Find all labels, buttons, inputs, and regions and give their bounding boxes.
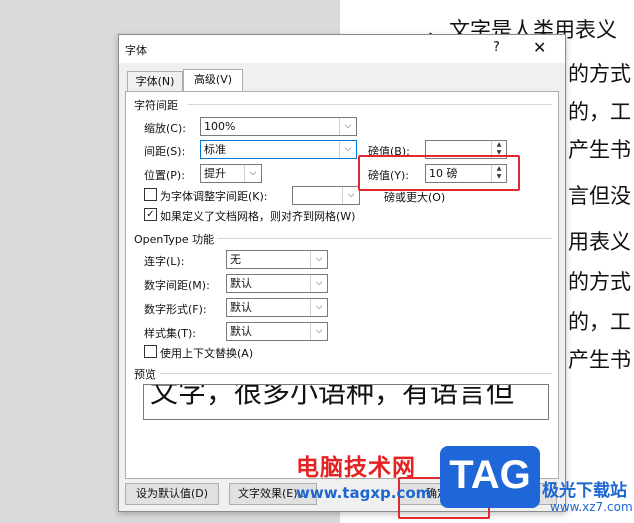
grid-checkbox[interactable]: ✓ [144,208,157,221]
tag-logo: TAG [440,446,540,508]
scale-combo[interactable]: 100% ⌵ [200,117,357,136]
stylistic-combo[interactable]: 默认 ⌵ [226,322,328,341]
chevron-down-icon[interactable]: ⌵ [339,118,356,135]
ligatures-value: 无 [230,253,241,266]
doc-line: 的，工 [568,100,631,124]
stylistic-label: 样式集(T): [144,327,197,340]
kerning-combo[interactable]: ⌵ [292,186,360,205]
chevron-down-icon[interactable]: ⌵ [310,299,327,316]
num-forms-label: 数字形式(F): [144,303,207,316]
stylistic-value: 默认 [230,325,252,338]
doc-line: 的，工 [568,310,631,334]
watermark-site-url: www.xz7.com [550,500,633,514]
position-value: 提升 [204,167,226,180]
doc-line: 的方式 [568,270,631,294]
watermark-site: 极光下载站 [542,481,627,501]
doc-line: 产生书 [568,138,631,162]
preview-sample: 文字，很多小语种，有语言但 [150,384,515,409]
chevron-down-icon[interactable]: ⌵ [342,187,359,204]
num-forms-value: 默认 [230,301,252,314]
doc-line: 言但没 [568,184,631,208]
scale-value: 100% [204,120,236,133]
section-char-spacing: 字符间距 [134,99,178,112]
spacing-combo[interactable]: 标准 ⌵ [200,140,357,159]
doc-line: 用表义 [568,230,631,254]
dialog-titlebar[interactable]: 字体 ? ✕ [119,35,565,63]
chevron-down-icon[interactable]: ⌵ [310,275,327,292]
tag-logo-text: TAG [449,453,531,497]
kerning-checkbox[interactable] [144,188,157,201]
chevron-down-icon[interactable]: ⌵ [310,251,327,268]
ligatures-label: 连字(L): [144,255,185,268]
watermark-url: www.tagxp.com [296,484,432,502]
spacing-value: 标准 [204,143,226,156]
kerning-suffix: 磅或更大(O) [384,191,446,204]
tab-advanced[interactable]: 高级(V) [183,69,243,92]
ligatures-combo[interactable]: 无 ⌵ [226,250,328,269]
kerning-label: 为字体调整字间距(K): [160,190,268,203]
chevron-down-icon[interactable]: ⌵ [310,323,327,340]
scale-label: 缩放(C): [144,122,186,135]
spacing-label: 间距(S): [144,145,186,158]
font-dialog: 字体 ? ✕ 字体(N) 高级(V) 字符间距 缩放(C): 100% ⌵ 间距… [118,34,566,512]
doc-line: 产生书 [568,348,631,372]
doc-line: 的方式 [568,62,631,86]
num-spacing-label: 数字间距(M): [144,279,210,292]
position-combo[interactable]: 提升 ⌵ [200,164,262,183]
num-spacing-combo[interactable]: 默认 ⌵ [226,274,328,293]
set-default-button[interactable]: 设为默认值(D) [125,483,219,505]
help-button[interactable]: ? [493,40,500,55]
chevron-down-icon[interactable]: ⌵ [339,141,356,158]
num-spacing-value: 默认 [230,277,252,290]
position-label: 位置(P): [144,169,185,182]
grid-label: 如果定义了文档网格，则对齐到网格(W) [160,210,356,223]
divider [160,373,552,374]
spin-up-icon[interactable]: ▲ [492,141,506,149]
preview-box: 文字，很多小语种，有语言但 [143,384,549,420]
tab-font[interactable]: 字体(N) [127,71,183,92]
contextual-checkbox[interactable] [144,345,157,358]
chevron-down-icon[interactable]: ⌵ [244,165,261,182]
highlight-position-points [358,155,520,191]
section-opentype: OpenType 功能 [134,233,215,246]
watermark-brand: 电脑技术网 [296,455,416,481]
dialog-title: 字体 [125,44,147,57]
close-icon[interactable]: ✕ [533,38,546,57]
advanced-panel: 字符间距 缩放(C): 100% ⌵ 间距(S): 标准 ⌵ 磅值(B): ▲ ▼… [125,91,559,479]
divider [218,238,552,239]
section-preview: 预览 [134,368,156,381]
num-forms-combo[interactable]: 默认 ⌵ [226,298,328,317]
contextual-label: 使用上下文替换(A) [160,347,254,360]
divider [188,104,552,105]
